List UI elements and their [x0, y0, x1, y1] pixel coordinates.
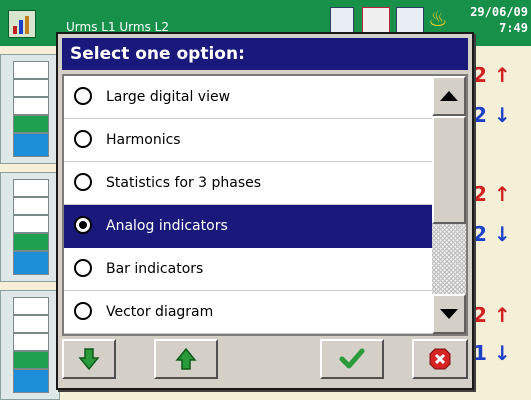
bar-green-segment	[13, 115, 49, 133]
indicator-2: 2 ↓	[473, 104, 511, 126]
option-label: Bar indicators	[106, 261, 204, 277]
indicator-value: 2	[473, 303, 487, 327]
window-icon[interactable]	[362, 7, 390, 35]
bar-cell	[13, 61, 49, 79]
red-x-icon	[429, 348, 451, 370]
date-text: 29/06/09	[470, 5, 528, 19]
option-harmonics[interactable]: Harmonics	[64, 119, 432, 162]
option-analog-indicators[interactable]: Analog indicators	[64, 205, 432, 248]
chart-app-icon[interactable]	[8, 10, 36, 38]
radio-button-icon[interactable]	[74, 302, 92, 320]
green-checkmark-icon	[339, 348, 365, 369]
triangle-down-icon	[440, 309, 458, 319]
indicator-3: 2 ↑	[473, 183, 511, 205]
bar-cell	[13, 79, 49, 97]
radio-button-icon[interactable]	[74, 87, 92, 105]
indicator-value: 2	[473, 103, 487, 127]
move-down-button[interactable]	[62, 339, 116, 379]
bar-cell	[13, 297, 49, 315]
bar-cell	[13, 333, 49, 351]
radio-button-icon[interactable]	[74, 173, 92, 191]
scroll-down-button[interactable]	[432, 294, 466, 334]
move-up-button[interactable]	[154, 339, 218, 379]
scroll-track[interactable]	[432, 224, 466, 294]
option-bar-indicators[interactable]: Bar indicators	[64, 248, 432, 291]
bar-blue-segment	[13, 251, 49, 275]
radio-button-icon[interactable]	[74, 259, 92, 277]
alarm-bell-icon[interactable]: ♨	[428, 8, 448, 32]
indicator-5: 2 ↑	[473, 304, 511, 326]
indicator-value: 2	[473, 63, 487, 87]
green-down-arrow-icon	[78, 348, 100, 371]
bar-cell	[13, 215, 49, 233]
indicator-value: 2	[473, 222, 487, 246]
indicator-1: 2 ↑	[473, 64, 511, 86]
bar-green-segment	[13, 233, 49, 251]
up-arrow-icon: ↑	[486, 182, 511, 206]
bar-blue-segment	[13, 133, 49, 157]
vertical-scrollbar[interactable]	[432, 76, 466, 334]
select-option-dialog: Select one option: Large digital view Ha…	[56, 32, 474, 390]
bar-cell	[13, 197, 49, 215]
indicator-4: 2 ↓	[473, 223, 511, 245]
down-arrow-icon: ↓	[486, 103, 511, 127]
option-large-digital-view[interactable]: Large digital view	[64, 76, 432, 119]
down-arrow-icon: ↓	[486, 222, 511, 246]
option-label: Vector diagram	[106, 304, 214, 320]
option-statistics-3-phases[interactable]: Statistics for 3 phases	[64, 162, 432, 205]
bar-cell	[13, 179, 49, 197]
scroll-thumb[interactable]	[432, 116, 466, 224]
bar-panel-1	[0, 54, 60, 164]
option-vector-diagram[interactable]: Vector diagram	[64, 291, 432, 334]
up-arrow-icon: ↑	[486, 63, 511, 87]
option-label: Analog indicators	[106, 218, 228, 234]
dialog-title: Select one option:	[62, 38, 468, 70]
ok-button[interactable]	[320, 339, 384, 379]
radio-dot	[79, 221, 87, 229]
cancel-button[interactable]	[412, 339, 468, 379]
option-label: Harmonics	[106, 132, 181, 148]
bar-cell	[13, 97, 49, 115]
bar-cell	[13, 315, 49, 333]
indicator-value: 2	[473, 182, 487, 206]
triangle-up-icon	[440, 91, 458, 101]
indicator-value: 1	[473, 341, 487, 365]
options-list: Large digital view Harmonics Statistics …	[62, 74, 468, 336]
screen-select-icon[interactable]	[330, 7, 354, 35]
down-arrow-icon: ↓	[486, 341, 511, 365]
green-up-arrow-icon	[175, 347, 197, 370]
radio-button-icon[interactable]	[74, 130, 92, 148]
radio-button-selected-icon[interactable]	[74, 216, 92, 234]
bar-panel-3	[0, 290, 60, 400]
display-icon[interactable]	[396, 7, 424, 35]
indicator-6: 1 ↓	[473, 342, 511, 364]
up-arrow-icon: ↑	[486, 303, 511, 327]
option-label: Large digital view	[106, 89, 231, 105]
option-label: Statistics for 3 phases	[106, 175, 262, 191]
bar-panel-2	[0, 172, 60, 282]
scroll-up-button[interactable]	[432, 76, 466, 116]
bar-green-segment	[13, 351, 49, 369]
bar-blue-segment	[13, 369, 49, 393]
